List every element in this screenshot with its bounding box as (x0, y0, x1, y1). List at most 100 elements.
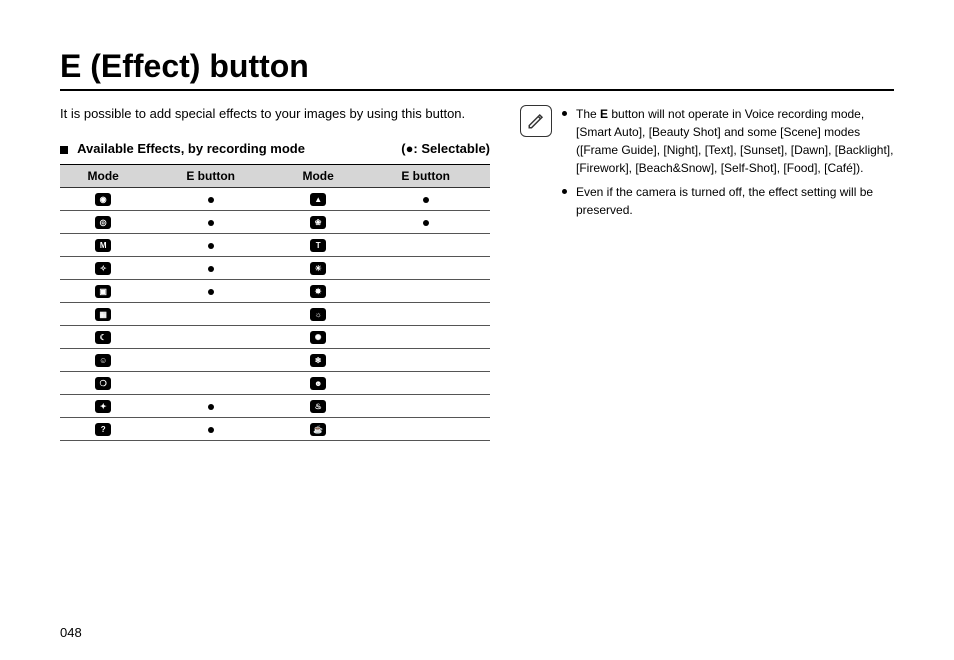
note-text-prefix: The (576, 107, 600, 121)
table-header: Mode (275, 165, 361, 188)
selectable-dot-icon (208, 243, 214, 249)
note-icon-frame (520, 105, 552, 137)
table-row: ▦☼ (60, 303, 490, 326)
mode-cell: ▲ (275, 188, 361, 211)
smart-auto-icon: ✦ (95, 400, 111, 413)
cafe-icon: ☕ (310, 423, 326, 436)
movie-icon: ▣ (95, 285, 111, 298)
mode-cell: ❄ (275, 349, 361, 372)
table-row: ✦♨ (60, 395, 490, 418)
effects-mode-table: Mode E button Mode E button ◉▲◎❀MT✧☀▣✸▦☼… (60, 164, 490, 441)
legend-text: (●: Selectable) (401, 141, 490, 156)
selectable-dot-icon (423, 197, 429, 203)
subheading-text: Available Effects, by recording mode (77, 141, 305, 156)
mode-cell: ▦ (60, 303, 146, 326)
page-title: E (Effect) button (60, 48, 894, 85)
selectable-cell (146, 372, 275, 395)
mode-cell: ☼ (275, 303, 361, 326)
selectable-dot-icon (208, 197, 214, 203)
sunset-icon: ☀ (310, 262, 326, 275)
pencil-icon (527, 112, 545, 130)
intro-paragraph: It is possible to add special effects to… (60, 105, 490, 123)
photo-help-icon: ? (95, 423, 111, 436)
selectable-cell (146, 418, 275, 441)
camera-alt-icon: ◎ (95, 216, 111, 229)
right-column: The E button will not operate in Voice r… (520, 105, 894, 441)
close-up-icon: ❀ (310, 216, 326, 229)
selectable-cell (146, 211, 275, 234)
manual-icon: M (95, 239, 111, 252)
mode-cell: ♨ (275, 395, 361, 418)
camera-icon: ◉ (95, 193, 111, 206)
table-row: ❍☻ (60, 372, 490, 395)
mode-cell: ❀ (275, 211, 361, 234)
subheading: Available Effects, by recording mode (60, 141, 305, 156)
selectable-cell (146, 280, 275, 303)
dis-icon: ✧ (95, 262, 111, 275)
selectable-dot-icon (208, 427, 214, 433)
selectable-cell (361, 257, 490, 280)
manual-page: E (Effect) button It is possible to add … (0, 0, 954, 660)
selectable-cell (146, 395, 275, 418)
frame-guide-icon: ▦ (95, 308, 111, 321)
selectable-cell (146, 349, 275, 372)
selectable-cell (361, 349, 490, 372)
mode-cell: ✺ (275, 326, 361, 349)
text-icon: T (310, 239, 326, 252)
mode-cell: ☀ (275, 257, 361, 280)
table-header: E button (361, 165, 490, 188)
mode-cell: ☾ (60, 326, 146, 349)
firework-icon: ✺ (310, 331, 326, 344)
subheading-row: Available Effects, by recording mode (●:… (60, 141, 490, 156)
table-header: E button (146, 165, 275, 188)
mode-cell: T (275, 234, 361, 257)
self-shot-icon: ☻ (310, 377, 326, 390)
mode-cell: ✸ (275, 280, 361, 303)
mode-cell: M (60, 234, 146, 257)
portrait-icon: ☺ (95, 354, 111, 367)
selectable-cell (146, 188, 275, 211)
mode-cell: ◉ (60, 188, 146, 211)
note-list: The E button will not operate in Voice r… (562, 105, 894, 225)
selectable-cell (361, 326, 490, 349)
table-row: ☺❄ (60, 349, 490, 372)
mode-cell: ? (60, 418, 146, 441)
table-row: MT (60, 234, 490, 257)
note-item: Even if the camera is turned off, the ef… (562, 183, 894, 219)
two-column-layout: It is possible to add special effects to… (60, 105, 894, 441)
selectable-dot-icon (208, 404, 214, 410)
note-item: The E button will not operate in Voice r… (562, 105, 894, 177)
table-row: ☾✺ (60, 326, 490, 349)
selectable-cell (146, 303, 275, 326)
selectable-dot-icon (423, 220, 429, 226)
left-column: It is possible to add special effects to… (60, 105, 490, 441)
note-box: The E button will not operate in Voice r… (520, 105, 894, 225)
selectable-dot-icon (208, 266, 214, 272)
table-row: ▣✸ (60, 280, 490, 303)
food-icon: ♨ (310, 400, 326, 413)
table-row: ◉▲ (60, 188, 490, 211)
mode-cell: ▣ (60, 280, 146, 303)
backlight-icon: ☼ (310, 308, 326, 321)
mode-cell: ☺ (60, 349, 146, 372)
note-bold-letter: E (600, 107, 608, 121)
beach-snow-icon: ❄ (310, 354, 326, 367)
table-row: ?☕ (60, 418, 490, 441)
children-icon: ❍ (95, 377, 111, 390)
mode-cell: ✧ (60, 257, 146, 280)
table-header: Mode (60, 165, 146, 188)
selectable-cell (361, 234, 490, 257)
selectable-cell (361, 211, 490, 234)
table-row: ✧☀ (60, 257, 490, 280)
mode-cell: ☻ (275, 372, 361, 395)
selectable-dot-icon (208, 220, 214, 226)
selectable-cell (146, 326, 275, 349)
selectable-cell (361, 280, 490, 303)
selectable-cell (361, 372, 490, 395)
selectable-cell (361, 395, 490, 418)
mode-cell: ☕ (275, 418, 361, 441)
selectable-cell (361, 418, 490, 441)
mode-cell: ◎ (60, 211, 146, 234)
page-number: 048 (60, 625, 82, 640)
square-bullet-icon (60, 146, 68, 154)
